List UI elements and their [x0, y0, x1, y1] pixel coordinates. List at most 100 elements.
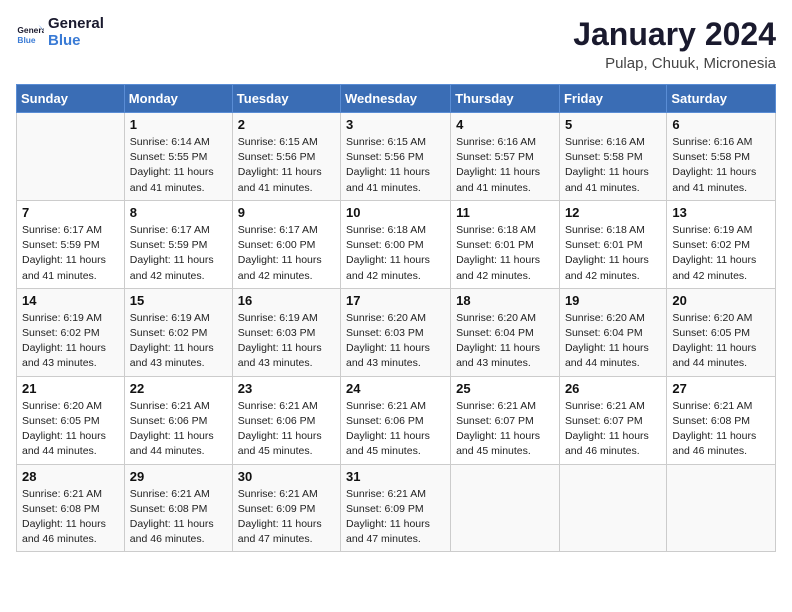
calendar-title: January 2024 [573, 16, 776, 53]
calendar-cell: 28 Sunrise: 6:21 AMSunset: 6:08 PMDaylig… [17, 464, 125, 552]
logo-line1: General [48, 16, 104, 33]
day-detail: Sunrise: 6:16 AMSunset: 5:57 PMDaylight:… [456, 135, 554, 196]
calendar-cell: 29 Sunrise: 6:21 AMSunset: 6:08 PMDaylig… [124, 464, 232, 552]
calendar-cell: 18 Sunrise: 6:20 AMSunset: 6:04 PMDaylig… [451, 288, 560, 376]
calendar-cell: 2 Sunrise: 6:15 AMSunset: 5:56 PMDayligh… [232, 113, 340, 201]
day-detail: Sunrise: 6:21 AMSunset: 6:06 PMDaylight:… [238, 399, 335, 460]
day-number: 4 [456, 117, 554, 132]
calendar-cell: 9 Sunrise: 6:17 AMSunset: 6:00 PMDayligh… [232, 200, 340, 288]
day-detail: Sunrise: 6:18 AMSunset: 6:00 PMDaylight:… [346, 223, 445, 284]
day-detail: Sunrise: 6:14 AMSunset: 5:55 PMDaylight:… [130, 135, 227, 196]
day-number: 21 [22, 381, 119, 396]
day-detail: Sunrise: 6:20 AMSunset: 6:04 PMDaylight:… [565, 311, 661, 372]
week-row-2: 7 Sunrise: 6:17 AMSunset: 5:59 PMDayligh… [17, 200, 776, 288]
day-detail: Sunrise: 6:19 AMSunset: 6:02 PMDaylight:… [672, 223, 770, 284]
day-number: 25 [456, 381, 554, 396]
calendar-subtitle: Pulap, Chuuk, Micronesia [573, 55, 776, 72]
day-detail: Sunrise: 6:20 AMSunset: 6:05 PMDaylight:… [672, 311, 770, 372]
header-day-saturday: Saturday [667, 85, 776, 113]
day-detail: Sunrise: 6:18 AMSunset: 6:01 PMDaylight:… [565, 223, 661, 284]
day-number: 9 [238, 205, 335, 220]
day-detail: Sunrise: 6:21 AMSunset: 6:08 PMDaylight:… [672, 399, 770, 460]
day-detail: Sunrise: 6:19 AMSunset: 6:03 PMDaylight:… [238, 311, 335, 372]
calendar-cell: 19 Sunrise: 6:20 AMSunset: 6:04 PMDaylig… [559, 288, 666, 376]
day-number: 13 [672, 205, 770, 220]
day-detail: Sunrise: 6:21 AMSunset: 6:07 PMDaylight:… [456, 399, 554, 460]
day-number: 17 [346, 293, 445, 308]
calendar-cell: 3 Sunrise: 6:15 AMSunset: 5:56 PMDayligh… [341, 113, 451, 201]
day-number: 23 [238, 381, 335, 396]
day-detail: Sunrise: 6:19 AMSunset: 6:02 PMDaylight:… [130, 311, 227, 372]
day-detail: Sunrise: 6:20 AMSunset: 6:05 PMDaylight:… [22, 399, 119, 460]
header-day-thursday: Thursday [451, 85, 560, 113]
calendar-cell: 5 Sunrise: 6:16 AMSunset: 5:58 PMDayligh… [559, 113, 666, 201]
day-number: 10 [346, 205, 445, 220]
day-detail: Sunrise: 6:17 AMSunset: 5:59 PMDaylight:… [130, 223, 227, 284]
title-area: January 2024 Pulap, Chuuk, Micronesia [573, 16, 776, 72]
day-number: 1 [130, 117, 227, 132]
calendar-cell: 16 Sunrise: 6:19 AMSunset: 6:03 PMDaylig… [232, 288, 340, 376]
week-row-5: 28 Sunrise: 6:21 AMSunset: 6:08 PMDaylig… [17, 464, 776, 552]
calendar-cell: 14 Sunrise: 6:19 AMSunset: 6:02 PMDaylig… [17, 288, 125, 376]
header-day-tuesday: Tuesday [232, 85, 340, 113]
header-day-sunday: Sunday [17, 85, 125, 113]
day-number: 5 [565, 117, 661, 132]
day-detail: Sunrise: 6:16 AMSunset: 5:58 PMDaylight:… [565, 135, 661, 196]
calendar-cell: 20 Sunrise: 6:20 AMSunset: 6:05 PMDaylig… [667, 288, 776, 376]
calendar-cell: 30 Sunrise: 6:21 AMSunset: 6:09 PMDaylig… [232, 464, 340, 552]
calendar-table: SundayMondayTuesdayWednesdayThursdayFrid… [16, 84, 776, 552]
calendar-cell: 23 Sunrise: 6:21 AMSunset: 6:06 PMDaylig… [232, 376, 340, 464]
day-number: 2 [238, 117, 335, 132]
day-detail: Sunrise: 6:15 AMSunset: 5:56 PMDaylight:… [346, 135, 445, 196]
day-number: 6 [672, 117, 770, 132]
calendar-cell: 21 Sunrise: 6:20 AMSunset: 6:05 PMDaylig… [17, 376, 125, 464]
logo-icon: General Blue [16, 19, 44, 47]
calendar-cell [451, 464, 560, 552]
calendar-cell: 15 Sunrise: 6:19 AMSunset: 6:02 PMDaylig… [124, 288, 232, 376]
week-row-3: 14 Sunrise: 6:19 AMSunset: 6:02 PMDaylig… [17, 288, 776, 376]
calendar-cell: 6 Sunrise: 6:16 AMSunset: 5:58 PMDayligh… [667, 113, 776, 201]
day-detail: Sunrise: 6:21 AMSunset: 6:08 PMDaylight:… [130, 487, 227, 548]
calendar-cell: 4 Sunrise: 6:16 AMSunset: 5:57 PMDayligh… [451, 113, 560, 201]
day-number: 24 [346, 381, 445, 396]
calendar-cell: 24 Sunrise: 6:21 AMSunset: 6:06 PMDaylig… [341, 376, 451, 464]
day-number: 14 [22, 293, 119, 308]
day-number: 8 [130, 205, 227, 220]
day-number: 11 [456, 205, 554, 220]
day-number: 19 [565, 293, 661, 308]
day-number: 22 [130, 381, 227, 396]
calendar-cell: 17 Sunrise: 6:20 AMSunset: 6:03 PMDaylig… [341, 288, 451, 376]
day-number: 20 [672, 293, 770, 308]
day-number: 29 [130, 469, 227, 484]
week-row-1: 1 Sunrise: 6:14 AMSunset: 5:55 PMDayligh… [17, 113, 776, 201]
calendar-cell: 25 Sunrise: 6:21 AMSunset: 6:07 PMDaylig… [451, 376, 560, 464]
logo: General Blue General Blue [16, 16, 104, 49]
calendar-cell [559, 464, 666, 552]
day-detail: Sunrise: 6:18 AMSunset: 6:01 PMDaylight:… [456, 223, 554, 284]
header-day-friday: Friday [559, 85, 666, 113]
day-detail: Sunrise: 6:21 AMSunset: 6:06 PMDaylight:… [346, 399, 445, 460]
day-detail: Sunrise: 6:21 AMSunset: 6:09 PMDaylight:… [238, 487, 335, 548]
day-number: 18 [456, 293, 554, 308]
week-row-4: 21 Sunrise: 6:20 AMSunset: 6:05 PMDaylig… [17, 376, 776, 464]
day-number: 7 [22, 205, 119, 220]
day-detail: Sunrise: 6:20 AMSunset: 6:04 PMDaylight:… [456, 311, 554, 372]
calendar-cell: 11 Sunrise: 6:18 AMSunset: 6:01 PMDaylig… [451, 200, 560, 288]
day-number: 3 [346, 117, 445, 132]
day-number: 26 [565, 381, 661, 396]
calendar-cell [667, 464, 776, 552]
day-number: 12 [565, 205, 661, 220]
day-number: 28 [22, 469, 119, 484]
calendar-cell: 1 Sunrise: 6:14 AMSunset: 5:55 PMDayligh… [124, 113, 232, 201]
calendar-cell: 8 Sunrise: 6:17 AMSunset: 5:59 PMDayligh… [124, 200, 232, 288]
calendar-cell: 31 Sunrise: 6:21 AMSunset: 6:09 PMDaylig… [341, 464, 451, 552]
day-number: 15 [130, 293, 227, 308]
day-detail: Sunrise: 6:21 AMSunset: 6:09 PMDaylight:… [346, 487, 445, 548]
calendar-cell: 13 Sunrise: 6:19 AMSunset: 6:02 PMDaylig… [667, 200, 776, 288]
logo-line2: Blue [48, 33, 104, 50]
calendar-cell [17, 113, 125, 201]
day-number: 31 [346, 469, 445, 484]
day-detail: Sunrise: 6:15 AMSunset: 5:56 PMDaylight:… [238, 135, 335, 196]
header-day-monday: Monday [124, 85, 232, 113]
day-detail: Sunrise: 6:19 AMSunset: 6:02 PMDaylight:… [22, 311, 119, 372]
